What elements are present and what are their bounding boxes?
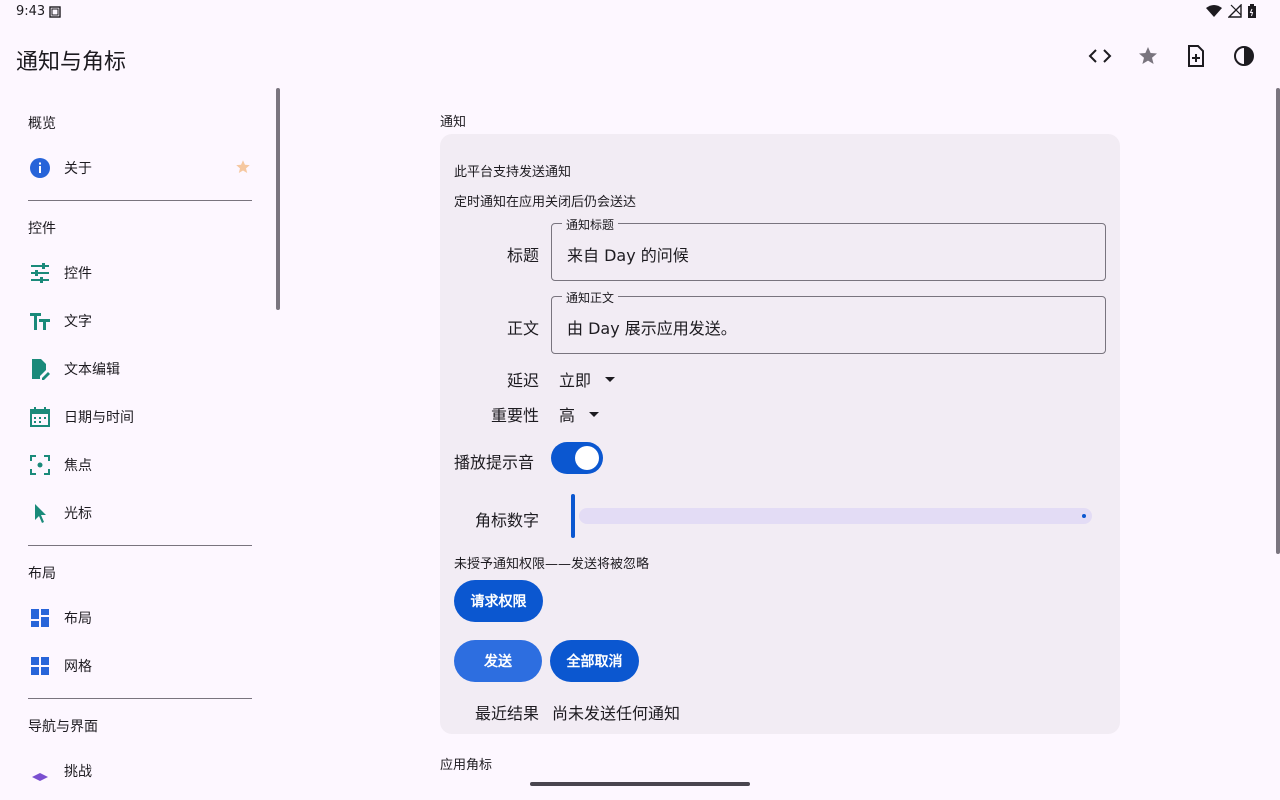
delay-value: 立即 <box>559 371 592 390</box>
sidebar-item-controls[interactable]: 控件 <box>16 251 260 295</box>
dropdown-arrow-icon <box>589 411 600 417</box>
app-bar: 通知与角标 <box>0 24 1280 88</box>
sidebar-item-label: 文字 <box>64 314 92 330</box>
sidebar-item-label: 光标 <box>64 506 92 522</box>
importance-dropdown[interactable]: 高 <box>559 402 600 426</box>
delay-dropdown[interactable]: 立即 <box>559 367 616 391</box>
info-icon <box>28 156 52 180</box>
notification-body-field[interactable]: 通知正文 由 Day 展示应用发送。 <box>551 289 1106 354</box>
badge-slider-thumb[interactable] <box>571 494 575 538</box>
main-scrollbar[interactable] <box>1276 88 1280 554</box>
new-document-button[interactable] <box>1180 40 1212 72</box>
cursor-icon <box>28 501 52 525</box>
notification-title-field[interactable]: 通知标题 来自 Day 的问候 <box>551 216 1106 281</box>
sidebar-item-label: 布局 <box>64 611 92 627</box>
notification-group-label: 通知 <box>440 115 467 130</box>
sidebar-item-label: 挑战 <box>64 764 92 780</box>
status-bar: 9:43 <box>0 0 1280 24</box>
title-field-value[interactable]: 来自 Day 的问候 <box>567 242 689 266</box>
request-permission-button[interactable]: 请求权限 <box>454 580 543 622</box>
sidebar-item-about[interactable]: 关于 <box>16 146 260 190</box>
sidebar-item-text-edit[interactable]: 文本编辑 <box>16 347 260 391</box>
title-field-legend: 通知标题 <box>562 216 619 233</box>
main-content: 通知 此平台支持发送通知 定时通知在应用关闭后仍会送达 标题 通知标题 来自 D… <box>280 88 1280 800</box>
body-field-legend: 通知正文 <box>562 289 619 306</box>
sound-label: 播放提示音 <box>454 453 535 472</box>
favorite-button[interactable] <box>1132 40 1164 72</box>
slider-stop-indicator <box>1082 514 1086 518</box>
dropdown-arrow-icon <box>605 376 616 382</box>
section-controls: 控件 <box>28 221 56 237</box>
badge-group-label: 应用角标 <box>440 758 493 773</box>
text-fields-icon <box>28 309 52 333</box>
sidebar-item-label: 控件 <box>64 266 92 282</box>
signal-icon <box>1228 4 1242 18</box>
sidebar-item-text[interactable]: 文字 <box>16 299 260 343</box>
theme-toggle-button[interactable] <box>1228 40 1260 72</box>
code-icon <box>1088 49 1112 63</box>
sidebar-item-focus[interactable]: 焦点 <box>16 443 260 487</box>
importance-label: 重要性 <box>490 406 539 425</box>
grid-icon <box>28 654 52 678</box>
divider <box>28 200 252 201</box>
scheduled-note: 定时通知在应用关闭后仍会送达 <box>454 195 637 210</box>
section-overview: 概览 <box>28 116 56 132</box>
last-result-label: 最近结果 <box>474 704 539 723</box>
section-navigation: 导航与界面 <box>28 719 98 735</box>
star-icon <box>1139 47 1157 64</box>
sidebar-item-partial[interactable]: 挑战 <box>16 749 260 793</box>
sidebar-item-layout[interactable]: 布局 <box>16 596 260 640</box>
favorite-star-icon[interactable] <box>234 158 252 176</box>
battery-icon <box>1248 4 1256 18</box>
contrast-icon <box>1234 46 1254 66</box>
section-layout: 布局 <box>28 566 56 582</box>
last-result-value: 尚未发送任何通知 <box>552 704 681 723</box>
support-status: 此平台支持发送通知 <box>454 165 572 180</box>
importance-value: 高 <box>559 406 576 425</box>
notification-card: 此平台支持发送通知 定时通知在应用关闭后仍会送达 标题 通知标题 来自 Day … <box>440 134 1120 734</box>
sidebar-item-label: 文本编辑 <box>64 362 120 378</box>
sidebar-item-label: 焦点 <box>64 458 92 474</box>
sidebar-item-grid[interactable]: 网格 <box>16 644 260 688</box>
diamond-icon <box>28 759 52 783</box>
sidebar: 概览 关于 控件 控件 文字 文本编辑 日期与时间 焦点 光标 布局 布局 网格… <box>0 88 280 800</box>
code-button[interactable] <box>1084 40 1116 72</box>
center-focus-icon <box>28 453 52 477</box>
page-title: 通知与角标 <box>16 50 127 75</box>
badge-slider-track[interactable] <box>579 508 1092 524</box>
toggle-knob <box>575 446 599 470</box>
status-time: 9:43 <box>16 4 46 19</box>
calendar-icon <box>28 405 52 429</box>
permission-note: 未授予通知权限——发送将被忽略 <box>454 557 650 572</box>
sidebar-item-label: 关于 <box>64 161 92 177</box>
badge-count-label: 角标数字 <box>474 511 539 530</box>
wifi-icon <box>1206 5 1222 17</box>
tune-icon <box>28 261 52 285</box>
sidebar-item-label: 网格 <box>64 659 92 675</box>
body-field-value[interactable]: 由 Day 展示应用发送。 <box>567 315 737 339</box>
divider <box>28 698 252 699</box>
notification-icon <box>49 6 61 18</box>
cancel-all-button[interactable]: 全部取消 <box>550 640 639 682</box>
sound-toggle[interactable] <box>551 442 603 474</box>
sidebar-item-date-time[interactable]: 日期与时间 <box>16 395 260 439</box>
title-label: 标题 <box>506 246 539 265</box>
note-add-icon <box>1188 45 1204 67</box>
send-button[interactable]: 发送 <box>454 640 542 682</box>
sidebar-item-label: 日期与时间 <box>64 410 134 426</box>
delay-label: 延迟 <box>506 371 539 390</box>
divider <box>28 545 252 546</box>
body-label: 正文 <box>506 319 539 338</box>
edit-document-icon <box>28 357 52 381</box>
sidebar-item-cursor[interactable]: 光标 <box>16 491 260 535</box>
gesture-nav-bar[interactable] <box>530 782 750 786</box>
dashboard-icon <box>28 606 52 630</box>
